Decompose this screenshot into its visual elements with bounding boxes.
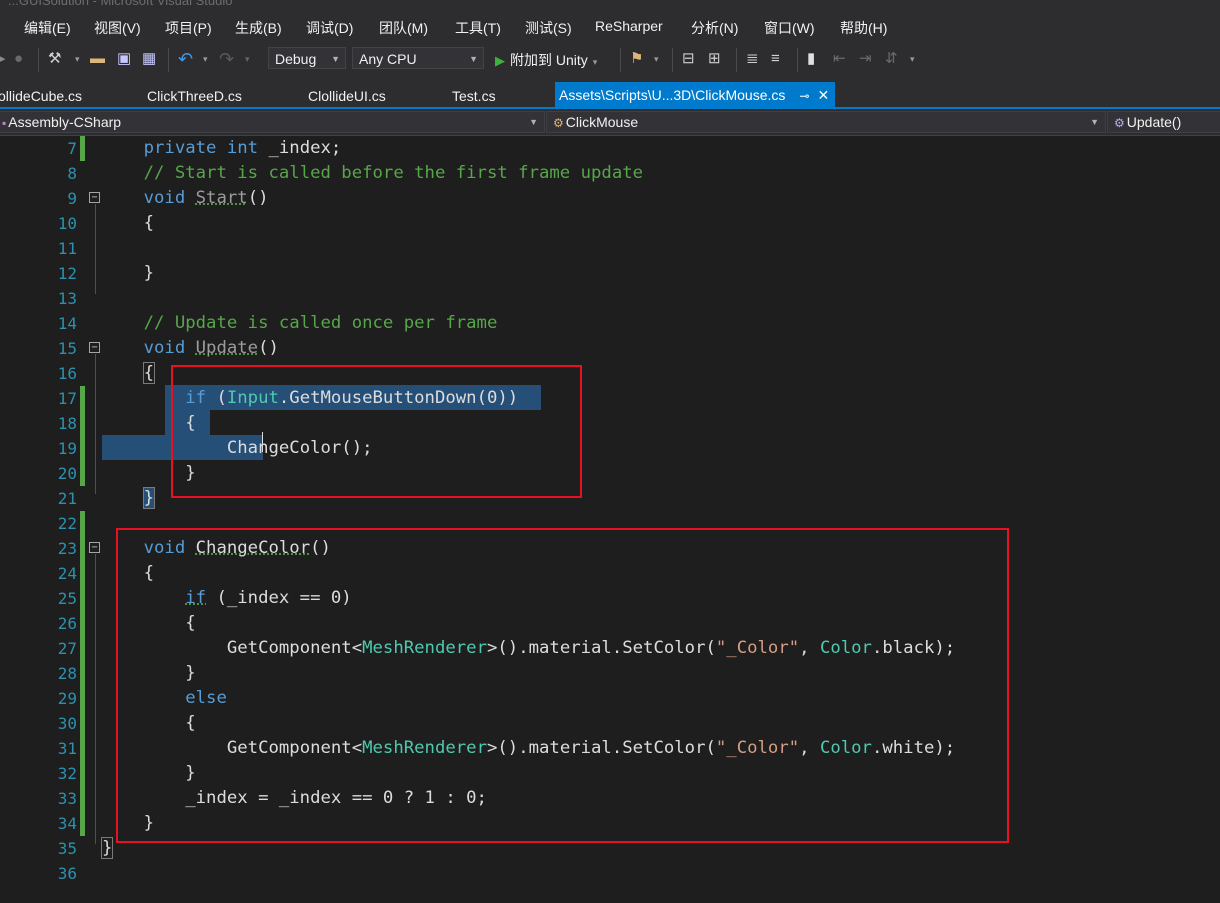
tab-collidecube[interactable]: ollideCube.cs <box>0 88 82 104</box>
highlight-box-changecolor <box>116 528 1009 843</box>
bookmark-icon[interactable]: ▮ <box>807 50 815 68</box>
code-line: 36 <box>57 864 77 883</box>
method-icon: ⚙ <box>1114 116 1125 130</box>
menu-analyze[interactable]: 分析(N) <box>691 18 738 38</box>
chevron-down-icon: ▼ <box>529 117 538 127</box>
find-files-icon[interactable]: ⚑ <box>630 50 643 68</box>
collapse-icon[interactable]: − <box>89 542 100 553</box>
redo-icon: ↷ <box>219 49 235 69</box>
class-view-icon[interactable]: ⊞ <box>708 50 721 68</box>
solution-explorer-icon[interactable]: ⊟ <box>682 50 695 68</box>
chevron-down-icon: ▼ <box>1090 117 1099 127</box>
chevron-down-icon: ▼ <box>331 54 340 64</box>
pin-icon[interactable]: ⊸ <box>799 89 809 103</box>
clear-bookmarks-icon: ⇵ <box>885 50 898 67</box>
outdent-icon[interactable]: ≣ <box>746 50 759 68</box>
menu-project[interactable]: 项目(P) <box>165 18 212 38</box>
new-project-icon[interactable]: ⚒ <box>48 50 61 68</box>
chevron-down-icon: ▾ <box>592 57 598 67</box>
toolbar: ▸ ● ⚒ ▾ ▬ ▣ ▦ ↶ ▾ ↷ ▾ Debug ▼ Any CPU ▼ ▶ 附… <box>0 42 1220 82</box>
code-line: 8 // Start is called before the first fr… <box>67 163 644 183</box>
project-select[interactable]: ▪ Assembly-CSharp ▼ <box>0 111 545 133</box>
menu-view[interactable]: 视图(V) <box>94 18 141 38</box>
next-bookmark-icon: ⇥ <box>859 50 872 67</box>
menu-build[interactable]: 生成(B) <box>235 18 282 38</box>
menu-tools[interactable]: 工具(T) <box>455 18 501 38</box>
close-icon[interactable]: ✕ <box>817 87 829 103</box>
collapse-icon[interactable]: − <box>89 342 100 353</box>
menu-edit[interactable]: 编辑(E) <box>24 18 71 38</box>
find-dropdown-icon[interactable]: ▾ <box>654 50 659 68</box>
type-select[interactable]: ⚙ ClickMouse ▼ <box>546 111 1106 133</box>
collapse-icon[interactable]: − <box>89 192 100 203</box>
code-line: 10 { <box>57 213 155 233</box>
open-folder-icon[interactable]: ▬ <box>90 50 105 68</box>
code-line: 14 // Update is called once per frame <box>57 313 498 333</box>
menu-bar: 编辑(E) 视图(V) 项目(P) 生成(B) 调试(D) 团队(M) 工具(T… <box>0 12 1220 42</box>
code-line: 9− void Start() <box>67 188 269 208</box>
tab-clickthreed[interactable]: ClickThreeD.cs <box>147 88 242 104</box>
attach-unity-button[interactable]: ▶ 附加到 Unity ▾ <box>495 50 597 70</box>
menu-team[interactable]: 团队(M) <box>379 18 428 38</box>
tab-clickmouse[interactable]: Assets\Scripts\U...3D\ClickMouse.cs ⊸ ✕ <box>555 82 836 109</box>
new-project-dropdown-icon[interactable]: ▾ <box>75 50 80 68</box>
window-title: ...GUISolution - Microsoft Visual Studio <box>8 0 233 8</box>
menu-test[interactable]: 测试(S) <box>525 18 572 38</box>
member-select[interactable]: ⚙ Update() <box>1107 111 1220 133</box>
window-title-bar: ...GUISolution - Microsoft Visual Studio <box>0 0 1220 12</box>
play-icon: ▶ <box>495 53 505 68</box>
csharp-project-icon: ▪ <box>2 116 7 130</box>
navigation-bar: ▪ Assembly-CSharp ▼ ⚙ ClickMouse ▼ ⚙ Update() <box>0 109 1220 136</box>
menu-window[interactable]: 窗口(W) <box>764 18 815 38</box>
menu-debug[interactable]: 调试(D) <box>306 18 353 38</box>
redo-dropdown-icon: ▾ <box>245 54 250 64</box>
tab-test[interactable]: Test.cs <box>452 88 496 104</box>
configuration-select[interactable]: Debug ▼ <box>268 47 346 69</box>
menu-resharper[interactable]: ReSharper <box>595 18 663 34</box>
class-icon: ⚙ <box>553 116 564 130</box>
indent-icon[interactable]: ≡ <box>771 50 780 68</box>
nav-back-icon[interactable]: ▸ <box>0 50 6 68</box>
undo-icon[interactable]: ↶ <box>178 50 193 68</box>
code-line: 12 } <box>57 263 155 283</box>
toolbar-options-icon[interactable]: ▾ <box>910 50 915 68</box>
code-line: 13 <box>57 289 77 308</box>
save-icon[interactable]: ▣ <box>117 50 131 68</box>
nav-forward-icon[interactable]: ● <box>14 50 23 68</box>
code-line: 7 private int _index; <box>0 136 1220 161</box>
code-line: 11 <box>57 239 77 258</box>
tab-clollideui[interactable]: ClollideUI.cs <box>308 88 386 104</box>
platform-select[interactable]: Any CPU ▼ <box>352 47 484 69</box>
highlight-box-mouse-check <box>171 365 582 498</box>
document-tabs: ollideCube.cs ClickThreeD.cs ClollideUI.… <box>0 82 1220 109</box>
chevron-down-icon: ▼ <box>469 54 478 64</box>
prev-bookmark-icon: ⇤ <box>833 50 846 67</box>
menu-help[interactable]: 帮助(H) <box>840 18 887 38</box>
save-all-icon[interactable]: ▦ <box>142 50 156 68</box>
undo-dropdown-icon[interactable]: ▾ <box>203 50 208 68</box>
code-line: 15− void Update() <box>57 338 279 358</box>
